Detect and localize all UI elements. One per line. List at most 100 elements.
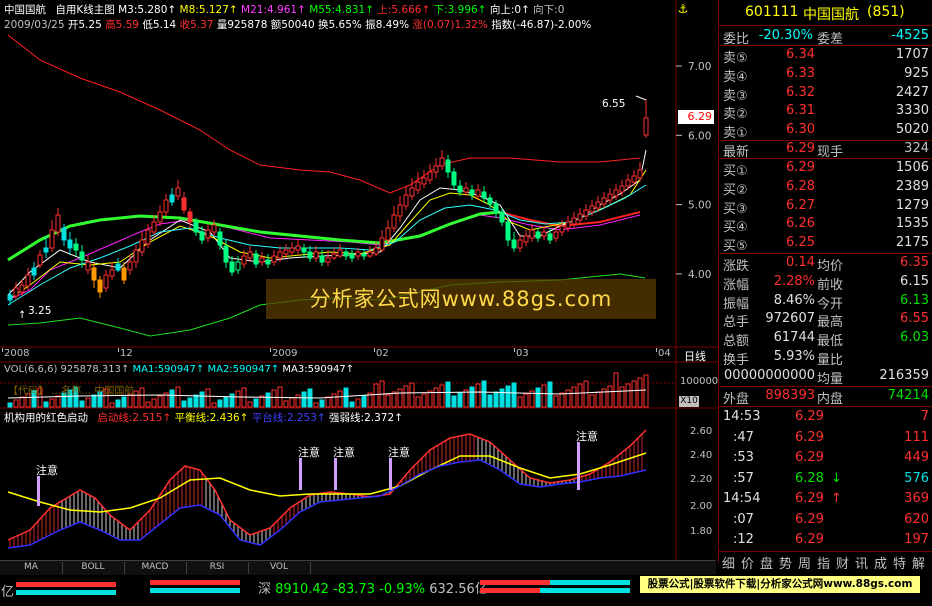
weibi-value: -20.30%: [758, 28, 813, 43]
market-index-value: 8910.42: [275, 582, 329, 597]
quote-volume: 1535: [895, 216, 929, 232]
tab-ma[interactable]: MA: [0, 562, 63, 574]
stat-row: 总手 972607 最高 6.55: [719, 310, 932, 331]
stat-cell: 6.35: [900, 255, 929, 270]
quote-price: 6.31: [786, 103, 815, 119]
waipan-value: 898393: [765, 388, 815, 403]
latest-value: 6.29: [786, 141, 815, 156]
note-label: 注意: [576, 430, 598, 443]
stat-cell: 61744: [773, 330, 815, 346]
panel-button-6[interactable]: 财: [836, 553, 849, 572]
tick-row: :57 6.28 ↓ 576: [719, 470, 932, 489]
panel-button-3[interactable]: 势: [779, 553, 792, 572]
stat-cell: 今开: [817, 296, 844, 312]
stat-cell: 8.46%: [773, 292, 815, 308]
ad-banner[interactable]: 股票公式|股票软件下载|分析家公式网www.88gs.com: [640, 576, 920, 593]
tab-macd[interactable]: MACD: [124, 562, 187, 574]
stat-row: 涨幅 2.28% 前收 6.15: [719, 273, 932, 293]
indicator-tick: 2.00: [690, 501, 713, 512]
waipan-row: 外盘 898393 内盘 74214: [719, 387, 932, 407]
tick-cell: 449: [904, 450, 929, 465]
buy-level-row[interactable]: 买⑤ 6.25 2175: [719, 234, 932, 255]
quote-price: 6.32: [786, 84, 815, 100]
buy-level-row[interactable]: 买② 6.28 2389: [719, 178, 932, 198]
tick-cell: :12: [733, 532, 754, 547]
quote-price: 6.25: [786, 235, 815, 251]
quote-price: 6.30: [786, 122, 815, 138]
stat-cell: 总手: [723, 315, 750, 331]
indicator-tick: 2.40: [690, 450, 713, 461]
stat-cell: 6.15: [900, 273, 929, 289]
neipan-value: 74214: [887, 388, 929, 403]
stat-cell: 总额: [723, 334, 750, 350]
tick-cell: 6.29: [795, 511, 824, 527]
quote-volume: 1707: [895, 47, 929, 62]
market-index-change: -83.73: [333, 582, 375, 597]
stat-cell: 00000000000: [724, 367, 815, 383]
quote-price: 6.27: [786, 197, 815, 213]
quote-label: 买②: [723, 182, 748, 198]
stock-name-panel: 中国国航: [803, 7, 859, 23]
indicator-axis: 2.60 2.40 2.20 2.00 1.80: [690, 0, 718, 560]
quote-price: 6.34: [786, 47, 815, 62]
tick-cell: 576: [904, 470, 929, 486]
panel-button-7[interactable]: 讯: [855, 553, 868, 572]
status-left: 亿: [0, 578, 120, 604]
stat-cell: 量比: [817, 353, 844, 368]
market-index-pct: -0.93%: [379, 582, 426, 597]
stat-cell: 最高: [817, 315, 844, 331]
panel-button-0[interactable]: 细: [722, 553, 735, 572]
tick-cell: ↑: [831, 491, 842, 506]
tick-cell: 197: [904, 532, 929, 547]
sell-level-row[interactable]: 卖② 6.31 3330: [719, 102, 932, 123]
tick-cell: 7: [920, 409, 929, 424]
panel-button-8[interactable]: 成: [874, 553, 887, 572]
buy-level-row[interactable]: 买① 6.29 1506: [719, 159, 932, 179]
quote-label: 卖⑤: [723, 51, 748, 66]
stat-cell: 换手: [723, 353, 750, 368]
stat-cell: 振幅: [723, 296, 750, 312]
panel-button-bar: 细价盘势周指财讯成特解: [719, 553, 932, 572]
panel-button-1[interactable]: 价: [741, 553, 754, 572]
panel-button-9[interactable]: 特: [893, 553, 906, 572]
quote-volume: 925: [904, 65, 929, 81]
sell-level-row[interactable]: 卖⑤ 6.34 1707: [719, 46, 932, 66]
buy-level-row[interactable]: 买③ 6.27 1279: [719, 197, 932, 217]
tick-row: :47 6.29 111: [719, 429, 932, 448]
note-label: 注意: [388, 446, 410, 459]
quote-volume: 2175: [895, 235, 929, 251]
stat-cell: 0.14: [786, 255, 815, 270]
anchor-icon[interactable]: ⚓: [676, 2, 690, 16]
tab-vol[interactable]: VOL: [248, 562, 311, 574]
tick-row: 14:54 6.29 ↑ 369: [719, 490, 932, 509]
tab-rsi[interactable]: RSI: [186, 562, 249, 574]
sell-level-row[interactable]: 卖① 6.30 5020: [719, 121, 932, 141]
indicator-tick: 2.60: [690, 426, 713, 437]
tab-boll[interactable]: BOLL: [62, 562, 125, 574]
stat-cell: 2.28%: [773, 273, 815, 289]
tick-cell: :47: [733, 429, 754, 445]
market-name: 深: [258, 582, 272, 597]
quote-label: 买⑤: [723, 239, 748, 255]
neipan-label: 内盘: [817, 392, 844, 407]
tick-row: :12 6.29 197: [719, 531, 932, 550]
sell-level-row[interactable]: 卖④ 6.33 925: [719, 65, 932, 85]
quote-price: 6.29: [786, 160, 815, 175]
panel-button-2[interactable]: 盘: [760, 553, 773, 572]
tick-cell: 6.28: [795, 470, 824, 486]
stock-code: 601111: [745, 4, 799, 20]
market-index[interactable]: 深 8910.42 -83.73 -0.93% 632.56亿: [258, 578, 488, 597]
tick-cell: 14:54: [723, 491, 761, 506]
quote-label: 买③: [723, 201, 748, 217]
quote-label: 卖③: [723, 88, 748, 104]
stat-cell: 6.13: [900, 292, 929, 308]
sell-level-row[interactable]: 卖③ 6.32 2427: [719, 84, 932, 104]
buy-level-row[interactable]: 买④ 6.26 1535: [719, 215, 932, 235]
stat-row: 换手 5.93% 量比: [719, 348, 932, 368]
quote-label: 卖②: [723, 107, 748, 123]
panel-button-5[interactable]: 指: [817, 553, 830, 572]
quote-volume: 2427: [895, 84, 929, 100]
panel-button-10[interactable]: 解: [912, 553, 925, 572]
tick-cell: 6.29: [795, 429, 824, 445]
panel-button-4[interactable]: 周: [798, 553, 811, 572]
